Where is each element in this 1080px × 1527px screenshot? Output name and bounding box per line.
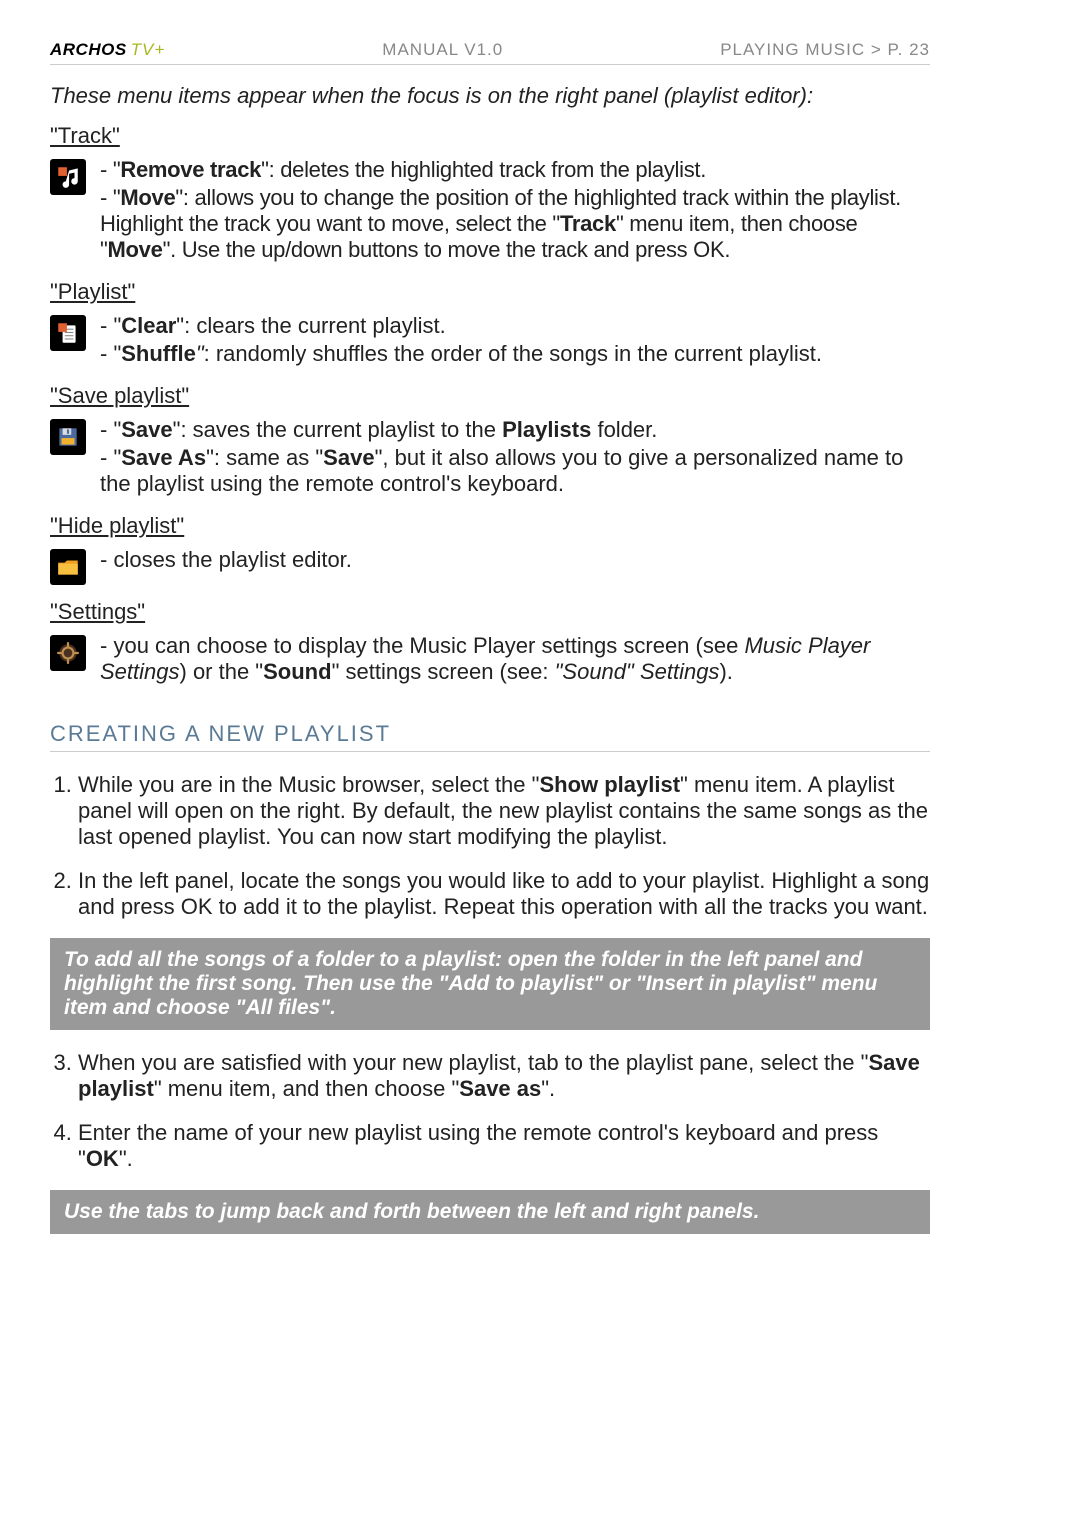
step-3: When you are satisfied with your new pla… [78, 1050, 930, 1102]
brand-suffix: TV+ [131, 40, 166, 60]
steps-list-continued: When you are satisfied with your new pla… [50, 1050, 930, 1172]
save-line: - "Save": saves the current playlist to … [100, 417, 930, 443]
saveas-line: - "Save As": same as "Save", but it also… [100, 445, 930, 497]
intro-text: These menu items appear when the focus i… [50, 83, 930, 109]
track-move-line: - "Move": allows you to change the posit… [100, 185, 930, 263]
track-remove-line: - "Remove track": deletes the highlighte… [100, 157, 930, 183]
section-settings-label: "Settings" [50, 599, 930, 625]
manual-version: MANUAL V1.0 [382, 40, 503, 60]
steps-list: While you are in the Music browser, sele… [50, 772, 930, 920]
section-save-label: "Save playlist" [50, 383, 930, 409]
brand-logo: ARCHOS [50, 40, 127, 60]
section-settings: - you can choose to display the Music Pl… [50, 631, 930, 687]
page-header: ARCHOS TV+ MANUAL V1.0 PLAYING MUSIC > P… [50, 40, 930, 65]
section-playlist-label: "Playlist" [50, 279, 930, 305]
section-track-label: "Track" [50, 123, 930, 149]
music-note-icon [50, 159, 86, 195]
section-save: - "Save": saves the current playlist to … [50, 415, 930, 499]
tip-box-1: To add all the songs of a folder to a pl… [50, 938, 930, 1030]
hide-line: - closes the playlist editor. [100, 547, 352, 573]
section-track: - "Remove track": deletes the highlighte… [50, 155, 930, 265]
section-playlist: - "Clear": clears the current playlist. … [50, 311, 930, 369]
step-4: Enter the name of your new playlist usin… [78, 1120, 930, 1172]
tip-box-2: Use the tabs to jump back and forth betw… [50, 1190, 930, 1234]
brand: ARCHOS TV+ [50, 40, 165, 60]
step-1: While you are in the Music browser, sele… [78, 772, 930, 850]
folder-icon [50, 549, 86, 585]
section-hide-label: "Hide playlist" [50, 513, 930, 539]
subheading-create-playlist: CREATING A NEW PLAYLIST [50, 721, 930, 752]
section-hide: - closes the playlist editor. [50, 545, 930, 585]
breadcrumb: PLAYING MUSIC > P. 23 [720, 40, 930, 60]
floppy-icon [50, 419, 86, 455]
playlist-clear-line: - "Clear": clears the current playlist. [100, 313, 822, 339]
playlist-shuffle-line: - "Shuffle": randomly shuffles the order… [100, 341, 822, 367]
playlist-page-icon [50, 315, 86, 351]
settings-line: - you can choose to display the Music Pl… [100, 633, 930, 685]
gear-icon [50, 635, 86, 671]
step-2: In the left panel, locate the songs you … [78, 868, 930, 920]
